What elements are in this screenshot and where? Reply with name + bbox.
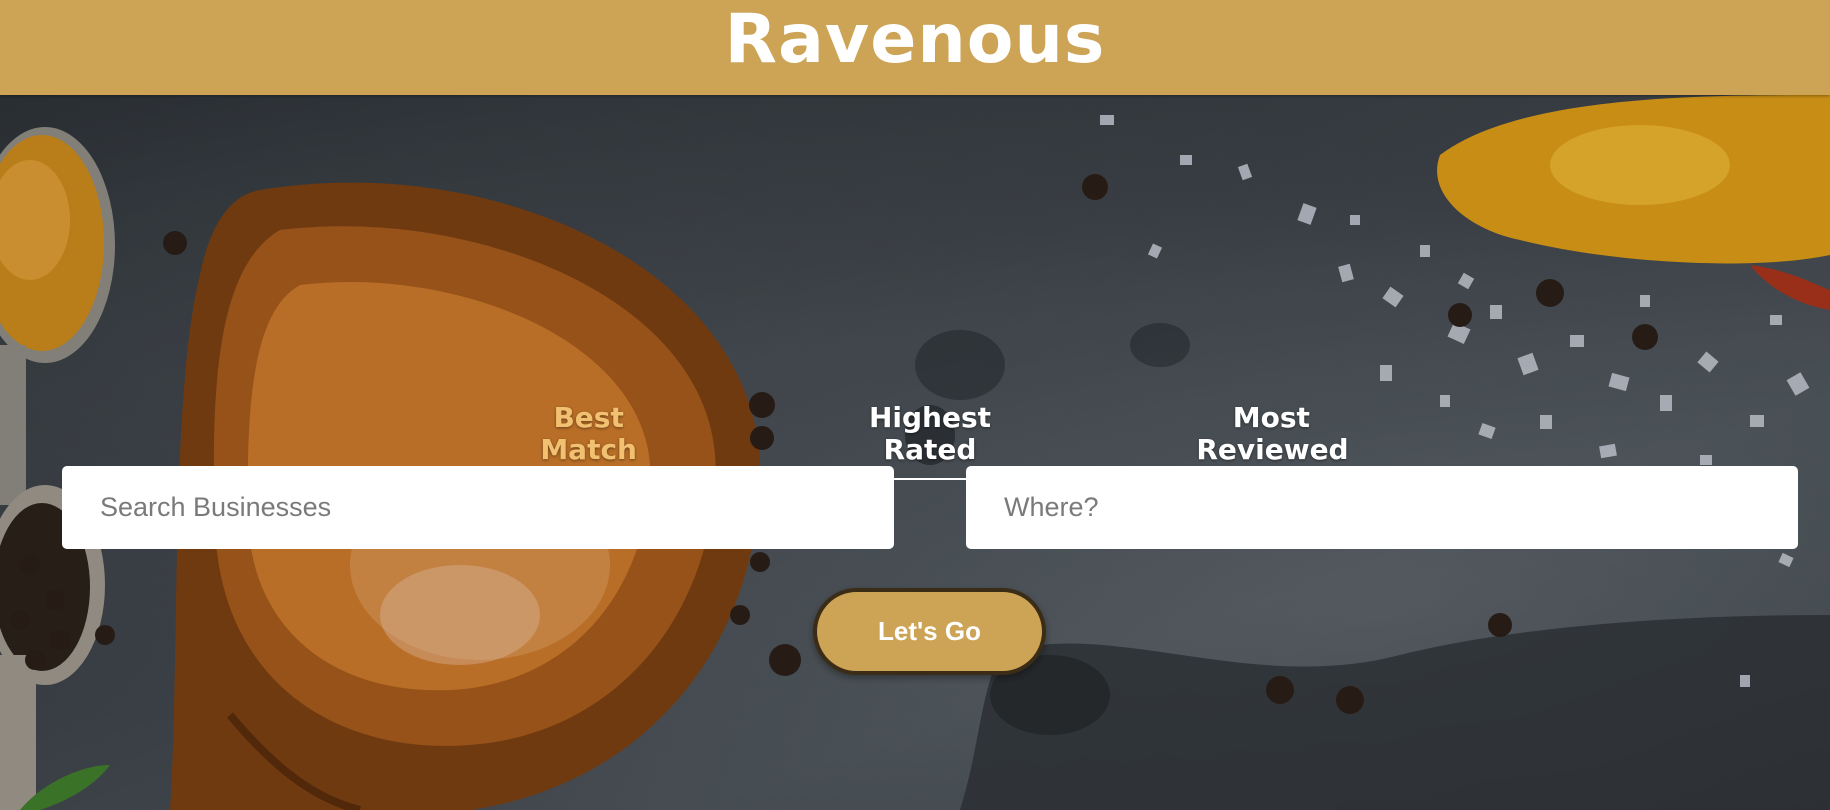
app-header: Ravenous xyxy=(0,0,1830,95)
sort-option-label: Best Match xyxy=(540,401,637,466)
lets-go-button[interactable]: Let's Go xyxy=(813,588,1046,675)
sort-option-label: Most Reviewed xyxy=(1196,401,1349,466)
search-hero: Best Match Highest Rated Most Reviewed L… xyxy=(0,95,1830,810)
search-fields xyxy=(62,466,1798,549)
sort-options: Best Match Highest Rated Most Reviewed xyxy=(418,308,1442,480)
search-businesses-input[interactable] xyxy=(62,466,894,549)
sort-option-label: Highest Rated xyxy=(868,401,992,466)
brand-title: Ravenous xyxy=(724,0,1106,79)
location-input[interactable] xyxy=(966,466,1798,549)
